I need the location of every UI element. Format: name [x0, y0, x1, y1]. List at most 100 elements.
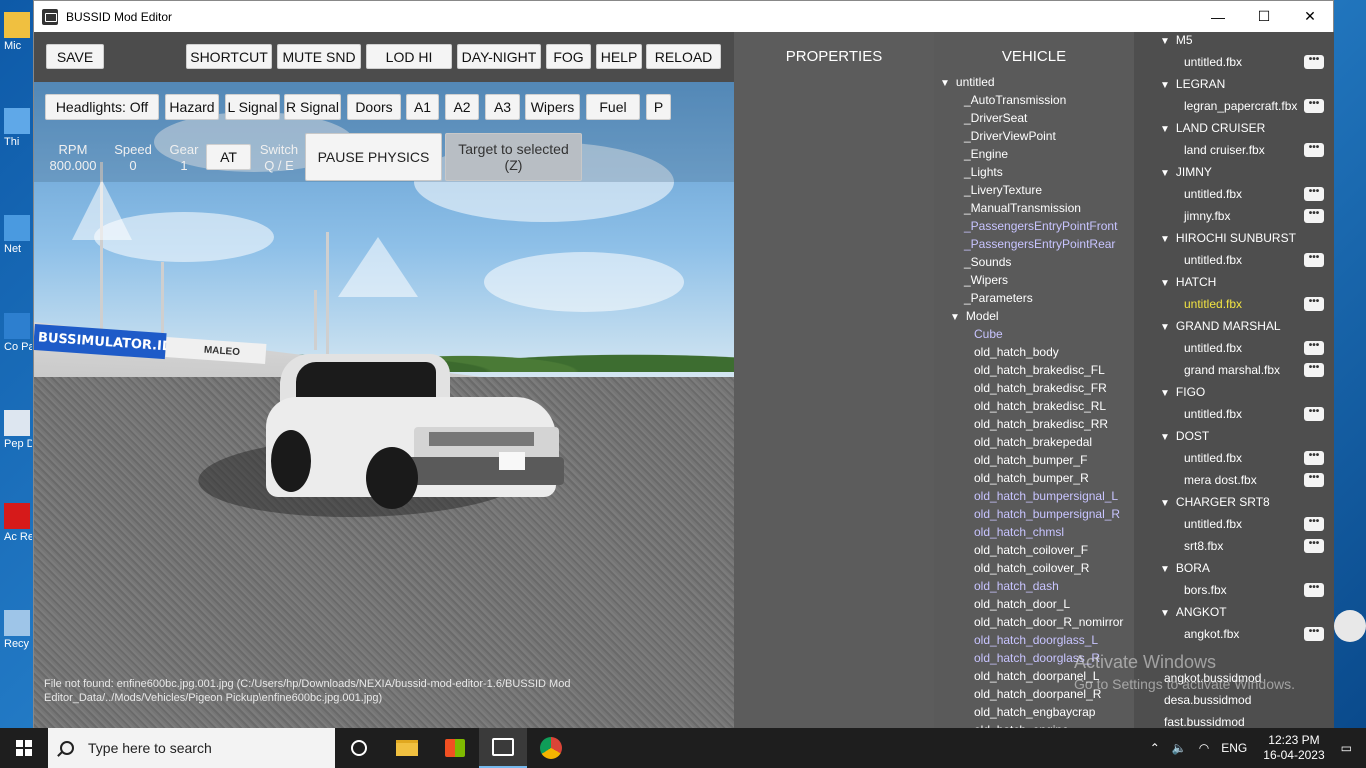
more-options-button[interactable]: ••• [1304, 143, 1324, 157]
notification-icon[interactable]: ▭ [1341, 741, 1352, 755]
mod-file-item[interactable]: jimny.fbx [1184, 206, 1230, 226]
day-night-button[interactable]: DAY-NIGHT [457, 44, 541, 69]
tree-item[interactable]: old_hatch_brakedisc_FR [974, 379, 1107, 397]
desktop-icon-pepdesi[interactable]: Pep Desi [4, 410, 32, 450]
chrome-button[interactable] [527, 728, 575, 768]
more-options-button[interactable]: ••• [1304, 407, 1324, 421]
task-view-button[interactable] [335, 728, 383, 768]
tree-item[interactable]: old_hatch_doorglass_L [974, 631, 1098, 649]
mod-file-item[interactable]: srt8.fbx [1184, 536, 1223, 556]
transmission-at-button[interactable]: AT [206, 144, 251, 170]
tree-item[interactable]: old_hatch_bumpersignal_L [974, 487, 1118, 505]
save-button[interactable]: SAVE [46, 44, 104, 69]
more-options-button[interactable]: ••• [1304, 583, 1324, 597]
desktop-icon-acrobat[interactable]: Ac Rea [4, 503, 32, 543]
tree-item[interactable]: _Engine [964, 145, 1008, 163]
mod-file-item[interactable]: land cruiser.fbx [1184, 140, 1265, 160]
mod-file-item[interactable]: untitled.fbx [1184, 294, 1242, 314]
tree-item[interactable]: ▼ untitled [940, 73, 995, 91]
tree-item[interactable]: ▼ Model [950, 307, 999, 325]
expand-triangle-icon[interactable]: ▼ [1160, 164, 1170, 184]
desktop-icon-mic[interactable]: Mic [4, 12, 32, 52]
tree-item[interactable]: old_hatch_engbaycrap [974, 703, 1095, 721]
mod-group-header[interactable]: ▼ DOST [1160, 426, 1209, 446]
desktop-icon-network[interactable]: Net [4, 215, 32, 255]
mod-group-header[interactable]: ▼ HATCH [1160, 272, 1216, 292]
left-signal-button[interactable]: L Signal [225, 94, 280, 120]
tree-item[interactable]: _ManualTransmission [964, 199, 1081, 217]
expand-triangle-icon[interactable]: ▼ [1160, 120, 1170, 140]
store-button[interactable] [431, 728, 479, 768]
mod-file-item[interactable]: grand marshal.fbx [1184, 360, 1280, 380]
bussidmod-file-item[interactable]: fast.bussidmod [1164, 712, 1245, 729]
mod-group-header[interactable]: ▼ M5 [1160, 32, 1193, 50]
expand-triangle-icon[interactable]: ▼ [1160, 428, 1170, 448]
more-options-button[interactable]: ••• [1304, 539, 1324, 553]
mod-file-item[interactable]: untitled.fbx [1184, 338, 1242, 358]
mod-group-header[interactable]: ▼ FIGO [1160, 382, 1205, 402]
mod-group-header[interactable]: ▼ JIMNY [1160, 162, 1212, 182]
expand-triangle-icon[interactable]: ▼ [1160, 494, 1170, 514]
more-options-button[interactable]: ••• [1304, 55, 1324, 69]
mod-file-item[interactable]: untitled.fbx [1184, 514, 1242, 534]
tree-item[interactable]: _DriverSeat [964, 109, 1027, 127]
tree-item[interactable]: _Wipers [964, 271, 1008, 289]
a1-button[interactable]: A1 [406, 94, 439, 120]
minimize-button[interactable]: — [1195, 1, 1241, 32]
fog-button[interactable]: FOG [546, 44, 591, 69]
bussidmod-file-item[interactable]: desa.bussidmod [1164, 690, 1251, 710]
tree-item[interactable]: _Sounds [964, 253, 1011, 271]
tree-item[interactable]: old_hatch_door_L [974, 595, 1070, 613]
mod-group-header[interactable]: ▼ BORA [1160, 558, 1210, 578]
expand-triangle-icon[interactable]: ▼ [1160, 76, 1170, 96]
tree-item[interactable]: old_hatch_door_R_nomirror [974, 613, 1123, 631]
mod-file-item[interactable]: untitled.fbx [1184, 184, 1242, 204]
mod-group-header[interactable]: ▼ CHARGER SRT8 [1160, 492, 1270, 512]
fuel-button[interactable]: Fuel [586, 94, 640, 120]
mod-file-item[interactable]: untitled.fbx [1184, 404, 1242, 424]
a2-button[interactable]: A2 [445, 94, 479, 120]
tree-item[interactable]: old_hatch_chmsl [974, 523, 1064, 541]
desktop-icon-recycle[interactable]: Recy [4, 610, 32, 650]
tree-item[interactable]: old_hatch_brakepedal [974, 433, 1092, 451]
mod-file-item[interactable]: mera dost.fbx [1184, 470, 1257, 490]
tree-item[interactable]: old_hatch_coilover_R [974, 559, 1089, 577]
tree-item[interactable]: _PassengersEntryPointRear [964, 235, 1115, 253]
vehicle-tree-panel[interactable]: VEHICLE ▼ untitled _AutoTransmission _Drive… [934, 32, 1134, 729]
tree-item[interactable]: old_hatch_brakedisc_RL [974, 397, 1106, 415]
search-box[interactable]: Type here to search [48, 728, 335, 768]
more-options-button[interactable]: ••• [1304, 99, 1324, 113]
tree-item[interactable]: _PassengersEntryPointFront [964, 217, 1117, 235]
mod-group-header[interactable]: ▼ GRAND MARSHAL [1160, 316, 1281, 336]
more-options-button[interactable]: ••• [1304, 627, 1324, 641]
file-explorer-button[interactable] [383, 728, 431, 768]
target-selected-button[interactable]: Target to selected (Z) [445, 133, 582, 181]
tree-item[interactable]: _Lights [964, 163, 1003, 181]
expand-triangle-icon[interactable]: ▼ [950, 309, 960, 327]
expand-triangle-icon[interactable]: ▼ [1160, 230, 1170, 250]
expand-triangle-icon[interactable]: ▼ [940, 75, 950, 93]
expand-triangle-icon[interactable]: ▼ [1160, 384, 1170, 404]
mod-file-item[interactable]: legran_papercraft.fbx [1184, 96, 1297, 116]
expand-triangle-icon[interactable]: ▼ [1160, 274, 1170, 294]
more-options-button[interactable]: ••• [1304, 297, 1324, 311]
more-options-button[interactable]: ••• [1304, 187, 1324, 201]
doors-button[interactable]: Doors [347, 94, 401, 120]
tree-item[interactable]: old_hatch_bumper_F [974, 451, 1087, 469]
chevron-up-icon[interactable]: ⌃ [1150, 741, 1160, 755]
maximize-button[interactable]: ☐ [1241, 1, 1287, 32]
right-signal-button[interactable]: R Signal [284, 94, 341, 120]
mod-file-item[interactable]: untitled.fbx [1184, 52, 1242, 72]
expand-triangle-icon[interactable]: ▼ [1160, 318, 1170, 338]
tree-item[interactable]: old_hatch_coilover_F [974, 541, 1088, 559]
desktop-icon-thispc[interactable]: Thi [4, 108, 32, 148]
tree-item[interactable]: old_hatch_bumpersignal_R [974, 505, 1120, 523]
help-button[interactable]: HELP [596, 44, 642, 69]
tree-item[interactable]: Cube [974, 325, 1003, 343]
lod-button[interactable]: LOD HI [366, 44, 452, 69]
bussid-editor-taskbar-button[interactable] [479, 728, 527, 768]
reload-button[interactable]: RELOAD [646, 44, 721, 69]
more-options-button[interactable]: ••• [1304, 341, 1324, 355]
tree-item[interactable]: old_hatch_dash [974, 577, 1059, 595]
more-options-button[interactable]: ••• [1304, 451, 1324, 465]
